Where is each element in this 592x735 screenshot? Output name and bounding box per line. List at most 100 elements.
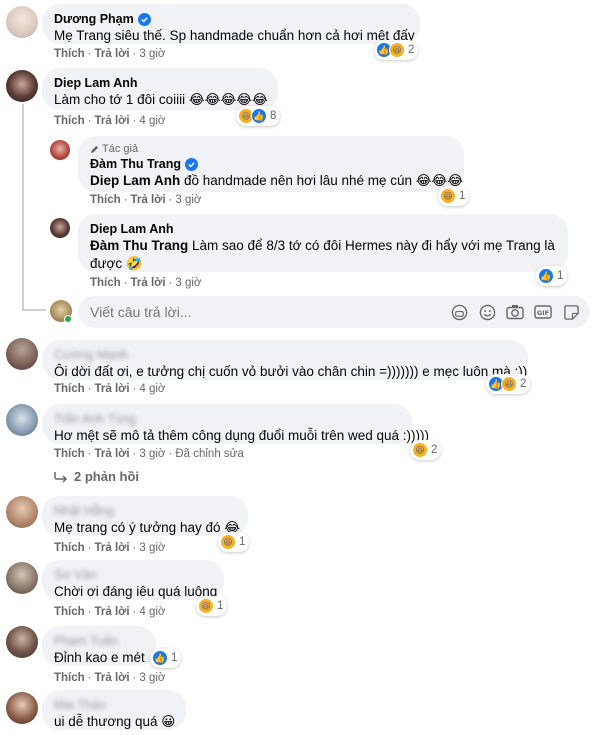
reaction-count[interactable]: 👍 1 [536, 266, 568, 286]
thread-line [22, 309, 46, 311]
commenter-name[interactable]: Nhật Hằng [54, 503, 236, 519]
comment-bubble: Diep Lam Anh Đàm Thu Trang Làm sao để 8/… [78, 214, 568, 272]
timestamp[interactable]: 3 giờ [139, 542, 165, 554]
reply-button[interactable]: Trả lời [95, 606, 130, 618]
avatar[interactable] [6, 562, 38, 594]
reply-input[interactable] [90, 304, 450, 320]
haha-icon: 😆 [440, 188, 456, 204]
reply-button[interactable]: Trả lời [95, 383, 130, 395]
timestamp[interactable]: 4 giờ [139, 606, 165, 618]
mention-link[interactable]: Đàm Thu Trang [90, 238, 188, 253]
emoji-icon[interactable] [478, 303, 496, 321]
comment-text: Mẹ trang có ý tưởng hay đó 😂 [54, 520, 241, 535]
commenter-name[interactable]: Diep Lam Anh [90, 221, 556, 237]
comment-bubble: Phạm Tuấn Đỉnh kao e mét [42, 626, 156, 666]
comment-text: Làm cho tớ 1 đôi coiiii 😂😂😂😂😂 [54, 92, 268, 107]
avatar[interactable] [6, 6, 38, 38]
avatar[interactable] [6, 692, 38, 724]
like-button[interactable]: Thích [54, 115, 85, 127]
reply-arrow-icon [54, 471, 68, 483]
avatar-sticker-icon[interactable] [450, 303, 468, 321]
like-button[interactable]: Thích [54, 383, 85, 395]
comment-actions: Thích · Trả lời · 3 giờ [90, 194, 202, 206]
like-button[interactable]: Thích [54, 448, 85, 460]
timestamp[interactable]: 3 giờ [139, 448, 165, 460]
like-button[interactable]: Thích [54, 542, 85, 554]
comment-text: Diep Lam Anh đồ handmade nên hơi lâu nhé… [90, 173, 464, 188]
like-icon: 👍 [538, 268, 554, 284]
reaction-count[interactable]: 👍 😆 2 [374, 40, 419, 60]
comment-actions: Thích · Trả lời · 3 giờ [54, 48, 166, 60]
haha-icon: 😆 [412, 442, 428, 458]
reply-button[interactable]: Trả lời [131, 194, 166, 206]
avatar[interactable] [6, 338, 38, 370]
reply-button[interactable]: Trả lời [95, 115, 130, 127]
timestamp[interactable]: 3 giờ [175, 277, 201, 289]
reaction-count[interactable]: 😆 1 [196, 596, 228, 616]
sticker-icon[interactable] [562, 303, 580, 321]
commenter-name[interactable]: Dương Phạm [54, 11, 408, 27]
comment-text: Hơ mệt sẽ mô tả thêm công dụng đuổi muỗi… [54, 428, 430, 443]
avatar[interactable] [6, 70, 38, 102]
reaction-count[interactable]: 😆 1 [218, 532, 250, 552]
avatar[interactable] [50, 218, 70, 238]
reply-input-box[interactable]: GIF [78, 296, 590, 328]
like-icon: 👍 [251, 108, 267, 124]
like-button[interactable]: Thích [54, 606, 85, 618]
reaction-count[interactable]: 👍 😆 2 [486, 374, 531, 394]
timestamp[interactable]: 3 giờ [139, 672, 165, 684]
comment-text: ui dễ thương quá 😀 [54, 714, 176, 729]
reply-button[interactable]: Trả lời [131, 277, 166, 289]
commenter-name[interactable]: Đàm Thu Trang [90, 156, 452, 172]
comment-bubble: Dương Phạm Mẹ Trang siêu thế. Sp handmad… [42, 4, 420, 44]
reply-button[interactable]: Trả lời [95, 672, 130, 684]
comment-bubble: Cường Mạnh Ôi dời đất ơi, e tưởng chị cu… [42, 340, 528, 380]
online-status-dot [64, 315, 72, 323]
comment-actions: Thích · Trả lời · 3 giờ [90, 277, 202, 289]
author-tag: Tác giả [90, 143, 452, 155]
reaction-count[interactable]: 😆 1 [438, 186, 470, 206]
timestamp[interactable]: 3 giờ [175, 194, 201, 206]
commenter-name[interactable]: Phạm Tuấn [54, 633, 144, 649]
reaction-count[interactable]: 😆 2 [410, 440, 442, 460]
like-button[interactable]: Thích [54, 48, 85, 60]
camera-icon[interactable] [506, 303, 524, 321]
avatar[interactable] [6, 404, 38, 436]
commenter-name[interactable]: Diep Lam Anh [54, 75, 266, 91]
mention-link[interactable]: Diep Lam Anh [90, 173, 180, 188]
comment-bubble: Diep Lam Anh Làm cho tớ 1 đôi coiiii 😂😂😂… [42, 68, 278, 110]
like-button[interactable]: Thích [90, 194, 121, 206]
commenter-name[interactable]: Cường Mạnh [54, 347, 516, 363]
reply-button[interactable]: Trả lời [95, 48, 130, 60]
comment-text: Đỉnh kao e mét [54, 650, 145, 665]
reply-button[interactable]: Trả lời [95, 542, 130, 554]
like-button[interactable]: Thích [90, 277, 121, 289]
comment-text: Chời ơi đáng iêu quá luông [54, 584, 218, 599]
timestamp[interactable]: 3 giờ [139, 48, 165, 60]
reaction-count[interactable]: 😆 👍 8 [236, 106, 281, 126]
pencil-icon [90, 145, 99, 153]
avatar[interactable] [6, 496, 38, 528]
svg-text:GIF: GIF [537, 309, 549, 317]
comment-actions: Thích · Trả lời · 3 giờ · Đã chỉnh sửa [54, 448, 244, 460]
haha-icon: 😆 [389, 42, 405, 58]
reply-button[interactable]: Trả lời [95, 448, 130, 460]
timestamp[interactable]: 4 giờ [139, 115, 165, 127]
avatar[interactable] [6, 626, 38, 658]
comment-actions: Thích · Trả lời · 3 giờ [54, 672, 166, 684]
like-button[interactable]: Thích [54, 672, 85, 684]
avatar[interactable] [50, 140, 70, 160]
comment-text: Mẹ Trang siêu thế. Sp handmade chuẩn hơn… [54, 28, 415, 43]
commenter-name[interactable]: Trần Anh Tùng [54, 411, 400, 427]
commenter-name[interactable]: Sơ Vân [54, 567, 212, 583]
timestamp[interactable]: 4 giờ [139, 383, 165, 395]
comment-bubble: Nhật Hằng Mẹ trang có ý tưởng hay đó 😂 [42, 496, 248, 536]
gif-icon[interactable]: GIF [534, 303, 552, 321]
verified-badge-icon [137, 12, 151, 26]
commenter-name[interactable]: Mai Thảo [54, 697, 174, 713]
comment-text: Đàm Thu Trang Làm sao để 8/3 tớ có đôi H… [90, 238, 555, 271]
haha-icon: 😆 [501, 376, 517, 392]
view-replies-link[interactable]: 2 phản hồi [54, 469, 139, 484]
reaction-count[interactable]: 👍 1 [150, 648, 182, 668]
comment-bubble: Trần Anh Tùng Hơ mệt sẽ mô tả thêm công … [42, 404, 430, 444]
